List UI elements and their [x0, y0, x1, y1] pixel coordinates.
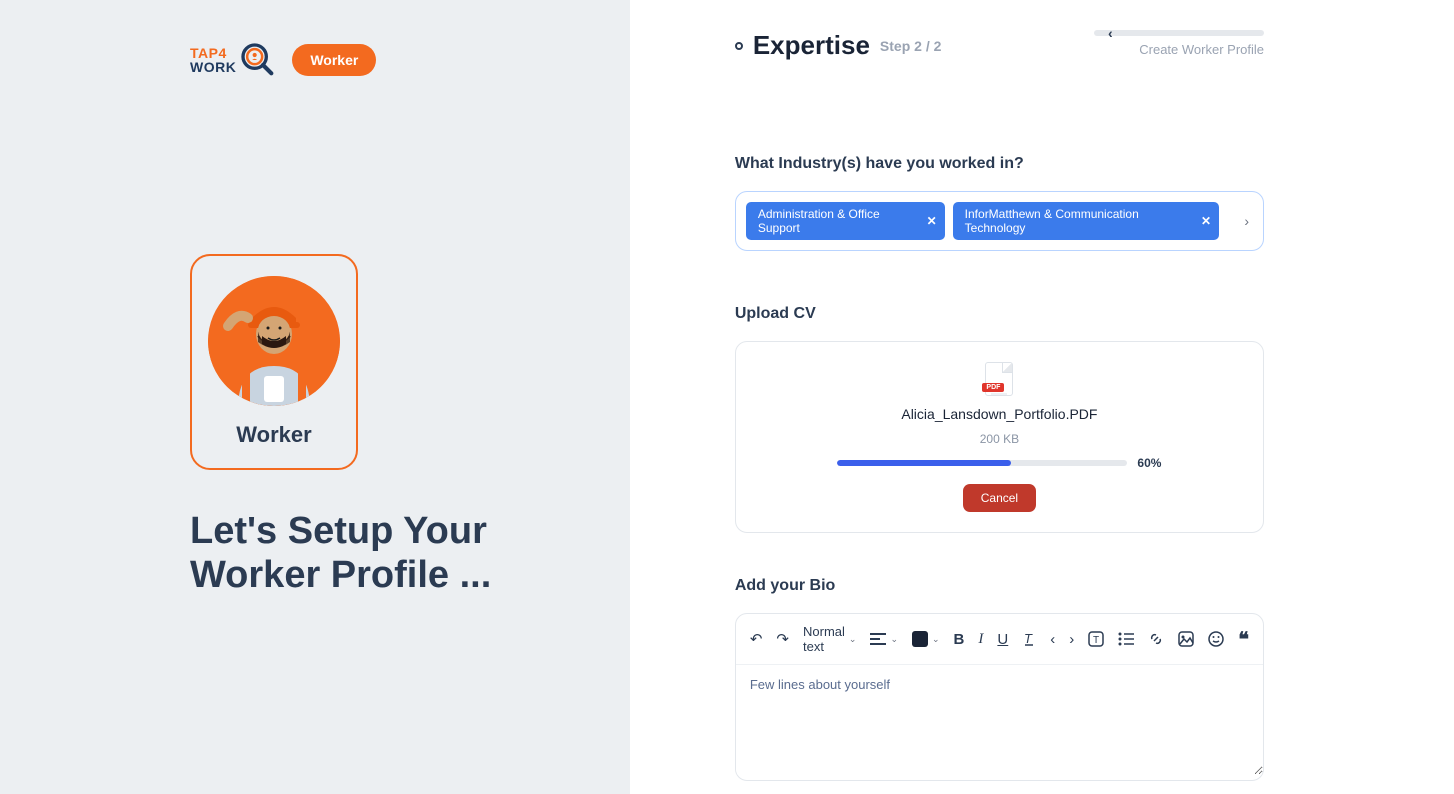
clear-format-icon[interactable]: T — [1022, 631, 1036, 647]
logo-text: TAP4 WORK — [190, 46, 236, 74]
format-dropdown[interactable]: Normal text ⌄ — [803, 624, 856, 654]
chevron-right-icon[interactable]: › — [1244, 213, 1249, 229]
emoji-icon[interactable] — [1208, 631, 1224, 647]
industry-section: What Industry(s) have you worked in? Adm… — [735, 155, 1264, 251]
svg-text:T: T — [1093, 635, 1099, 646]
worker-avatar — [208, 276, 340, 406]
chip-label: Administration & Office Support — [758, 207, 917, 235]
left-panel: TAP4 WORK Worker — [0, 0, 630, 794]
pdf-badge: PDF — [982, 383, 1004, 392]
italic-icon[interactable]: I — [978, 631, 983, 648]
logo-row: TAP4 WORK Worker — [190, 40, 630, 80]
upload-filesize: 200 KB — [980, 432, 1019, 446]
worker-badge: Worker — [292, 44, 376, 76]
cancel-button[interactable]: Cancel — [963, 484, 1036, 512]
bold-icon[interactable]: B — [954, 631, 965, 648]
upload-percent: 60% — [1137, 456, 1161, 470]
magnifier-icon — [238, 40, 278, 80]
back-chevron-icon[interactable]: ‹ — [1108, 25, 1113, 41]
color-dropdown[interactable]: ⌄ — [912, 631, 940, 647]
logo-work: WORK — [190, 60, 236, 74]
headline: Let's Setup Your Worker Profile ... — [190, 510, 550, 597]
quote-icon[interactable]: ❝ — [1238, 627, 1249, 652]
upload-filename: Alicia_Lansdown_Portfolio.PDF — [901, 406, 1097, 422]
underline-icon[interactable]: U — [997, 631, 1008, 648]
industry-title: What Industry(s) have you worked in? — [735, 155, 1264, 173]
upload-progress: 60% — [774, 456, 1225, 470]
create-profile-label: Create Worker Profile — [1139, 42, 1264, 57]
logo: TAP4 WORK — [190, 40, 278, 80]
header-row: Expertise Step 2 / 2 ‹ Create Worker Pro… — [735, 30, 1264, 61]
bio-toolbar: ↶ ↷ Normal text ⌄ ⌄ ⌄ B I U T ‹ › T — [736, 614, 1263, 665]
industry-chip: Administration & Office Support ✕ — [746, 202, 945, 240]
page-title: Expertise — [753, 30, 870, 61]
redo-icon[interactable]: ↷ — [776, 630, 789, 648]
bio-textarea[interactable] — [736, 665, 1263, 775]
upload-title: Upload CV — [735, 305, 1264, 323]
align-dropdown[interactable]: ⌄ — [870, 633, 898, 645]
upload-bar — [837, 460, 1127, 466]
chip-remove-icon[interactable]: ✕ — [1201, 214, 1211, 228]
bio-section: Add your Bio ↶ ↷ Normal text ⌄ ⌄ ⌄ B I U… — [735, 577, 1264, 781]
progress-back: ‹ Create Worker Profile — [1094, 30, 1264, 57]
top-progress-bar: ‹ — [1094, 30, 1264, 36]
industry-chip: InforMatthewn & Communication Technology… — [953, 202, 1219, 240]
bullet-icon — [735, 42, 743, 50]
link-icon[interactable] — [1148, 631, 1164, 647]
industry-select[interactable]: Administration & Office Support ✕ InforM… — [735, 191, 1264, 251]
list-icon[interactable] — [1118, 632, 1134, 646]
worker-card-label: Worker — [236, 422, 311, 448]
undo-icon[interactable]: ↶ — [750, 630, 763, 648]
chip-label: InforMatthewn & Communication Technology — [965, 207, 1191, 235]
svg-text:T: T — [1024, 631, 1033, 646]
step-indicator: Step 2 / 2 — [880, 38, 941, 54]
pdf-icon: PDF — [985, 362, 1013, 396]
indent-icon[interactable]: › — [1069, 631, 1074, 648]
outdent-icon[interactable]: ‹ — [1050, 631, 1055, 648]
upload-fill — [837, 460, 1011, 466]
image-icon[interactable] — [1178, 631, 1194, 647]
chip-remove-icon[interactable]: ✕ — [927, 214, 937, 228]
upload-box: PDF Alicia_Lansdown_Portfolio.PDF 200 KB… — [735, 341, 1264, 533]
bio-title: Add your Bio — [735, 577, 1264, 595]
upload-section: Upload CV PDF Alicia_Lansdown_Portfolio.… — [735, 305, 1264, 533]
worker-card[interactable]: Worker — [190, 254, 358, 470]
logo-tap4: TAP4 — [190, 46, 236, 60]
bio-editor: ↶ ↷ Normal text ⌄ ⌄ ⌄ B I U T ‹ › T — [735, 613, 1264, 781]
textbox-icon[interactable]: T — [1088, 631, 1104, 647]
right-panel: Expertise Step 2 / 2 ‹ Create Worker Pro… — [630, 0, 1454, 794]
